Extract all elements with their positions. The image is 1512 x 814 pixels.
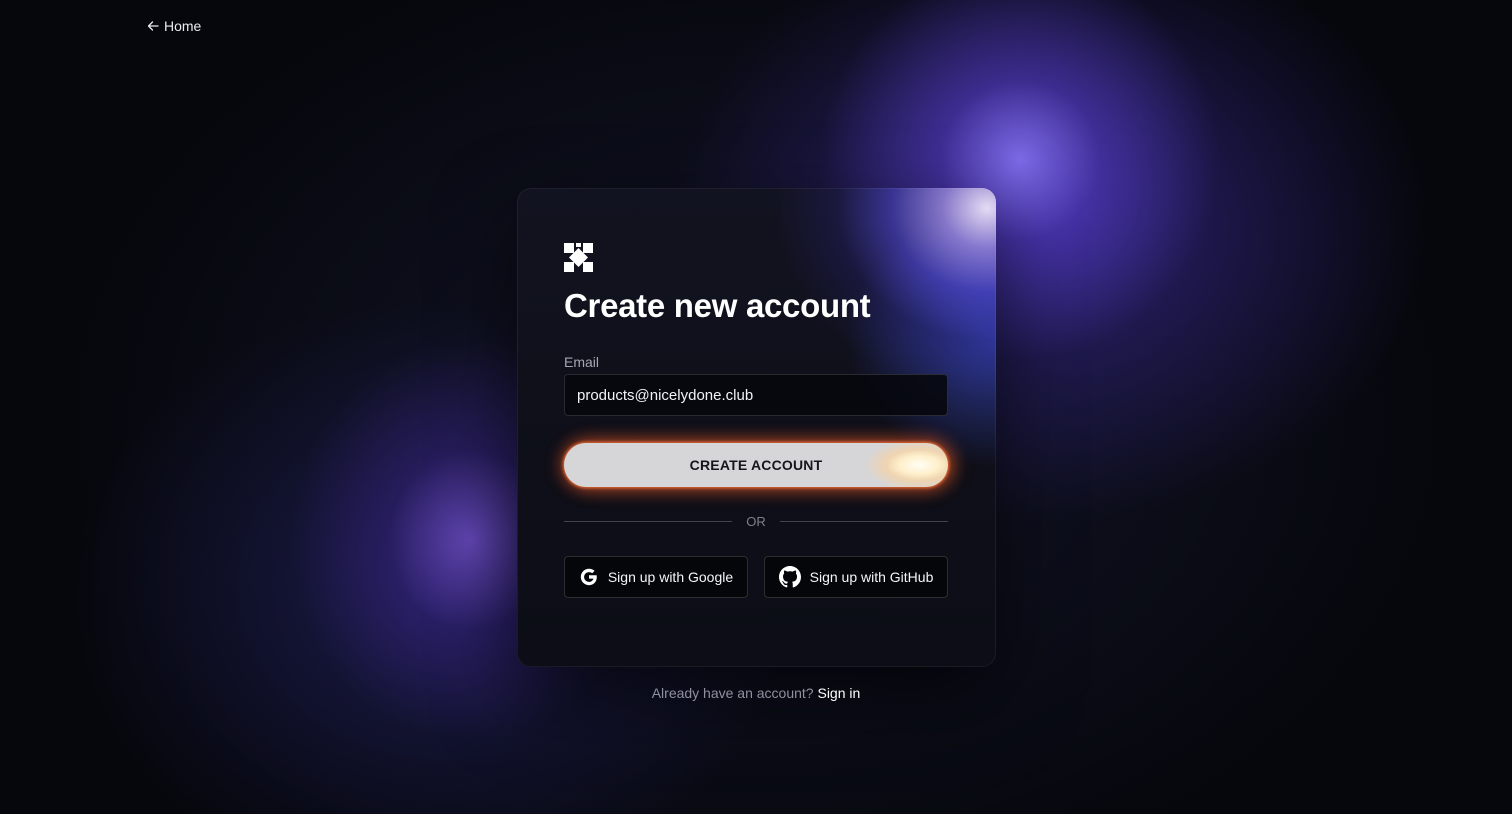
google-signup-button[interactable]: Sign up with Google — [564, 556, 748, 598]
arrow-left-icon — [147, 21, 159, 31]
signin-link[interactable]: Sign in — [817, 685, 860, 701]
github-signup-button[interactable]: Sign up with GitHub — [764, 556, 948, 598]
or-divider: OR — [564, 512, 948, 530]
google-signup-label: Sign up with Google — [607, 569, 734, 585]
signup-card: Create new account Email CREATE ACCOUNT … — [517, 188, 996, 667]
signin-prompt-text: Already have an account? — [651, 685, 814, 701]
page-background: Home Create new account Email CREATE ACC… — [0, 0, 1512, 814]
github-signup-label: Sign up with GitHub — [809, 569, 934, 585]
brand-logo-icon — [564, 243, 593, 272]
home-link-label: Home — [164, 18, 202, 34]
page-title: Create new account — [564, 287, 871, 324]
divider-line-left — [564, 520, 733, 522]
home-link[interactable]: Home — [147, 16, 201, 36]
divider-line-right — [779, 520, 948, 522]
email-field[interactable] — [564, 374, 948, 416]
create-account-button[interactable]: CREATE ACCOUNT — [564, 443, 948, 487]
github-icon — [778, 566, 801, 588]
divider-text: OR — [746, 513, 766, 529]
signin-prompt: Already have an account? Sign in — [0, 683, 1512, 703]
google-icon — [580, 568, 597, 586]
email-label: Email — [564, 354, 600, 370]
